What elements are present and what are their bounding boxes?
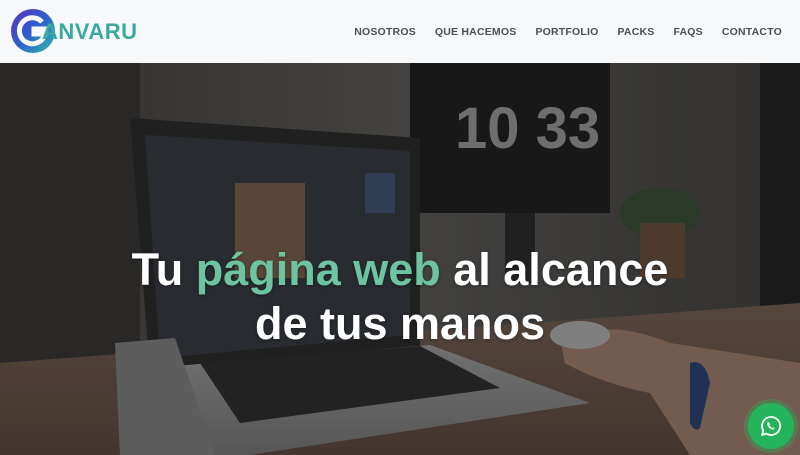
nav-item-packs[interactable]: PACKS [618,26,655,38]
whatsapp-button[interactable] [748,403,794,449]
logo[interactable]: ANVARU [10,7,140,55]
main-nav: NOSOTROS QUE HACEMOS PORTFOLIO PACKS FAQ… [354,0,782,63]
hero-section: 10 33 Tu página web al alcance de tus ma… [0,63,800,455]
nav-item-portfolio[interactable]: PORTFOLIO [535,26,598,38]
whatsapp-icon [760,416,782,437]
headline-accent-text: página web [195,244,441,295]
nav-item-que-hacemos[interactable]: QUE HACEMOS [435,26,517,38]
headline-text-rest: al alcance [440,244,669,295]
headline-text: Tu [131,244,196,295]
site-header: ANVARU NOSOTROS QUE HACEMOS PORTFOLIO PA… [0,0,800,63]
hero-headline: Tu página web al alcance de tus manos [0,243,800,351]
nav-item-faqs[interactable]: FAQS [673,26,702,38]
logo-text: ANVARU [42,19,138,44]
nav-item-nosotros[interactable]: NOSOTROS [354,26,416,38]
nav-item-contacto[interactable]: CONTACTO [722,26,782,38]
headline-line2: de tus manos [254,298,546,349]
